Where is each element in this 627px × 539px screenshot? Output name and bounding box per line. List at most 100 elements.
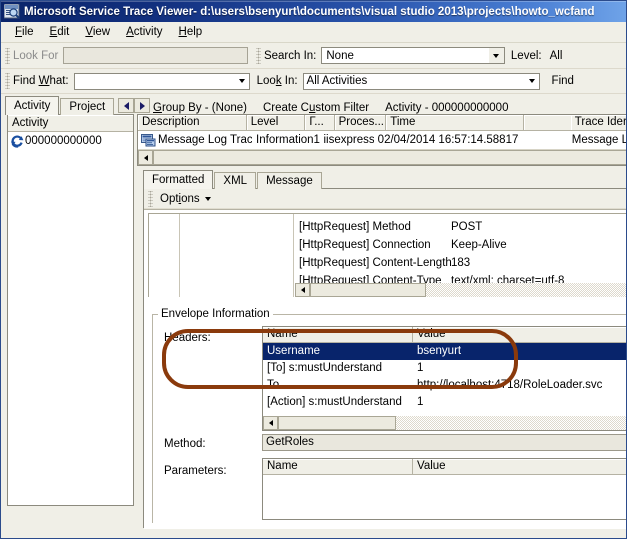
chevron-down-icon[interactable] [489, 48, 504, 63]
column-description[interactable]: Description [138, 115, 247, 131]
left-tab-strip: Activity Project [1, 95, 141, 114]
toolbar-grip-2[interactable] [256, 48, 261, 64]
http-name: [HttpRequest] Method [299, 218, 451, 236]
header-name: [Action] s:mustUnderstand [263, 394, 413, 411]
http-table[interactable]: [HttpRequest] Method POST [HttpRequest] … [148, 213, 626, 297]
menu-view[interactable]: View [77, 24, 118, 40]
hscroll-thumb[interactable] [278, 416, 396, 430]
hscroll-track[interactable] [396, 416, 626, 430]
detail-tab-strip: Formatted XML Message [137, 169, 626, 188]
tab-scroll-buttons[interactable] [118, 98, 150, 113]
find-button[interactable]: Find [552, 75, 574, 87]
cell-description: Message Log Trace [138, 132, 252, 149]
http-table-hscrollbar[interactable] [295, 283, 626, 297]
toolbar-grip-3[interactable] [5, 73, 10, 89]
menu-activity[interactable]: Activity [118, 24, 170, 40]
headers-table-header: Name Value [263, 327, 626, 343]
tab-formatted[interactable]: Formatted [143, 170, 213, 189]
group-by-button[interactable]: Group By - (None) [153, 102, 247, 114]
options-label: Options [160, 193, 200, 205]
chevron-left-icon[interactable] [118, 98, 134, 113]
cell-description-text: Message Log Trace [158, 132, 252, 149]
menu-help[interactable]: Help [171, 24, 211, 40]
header-value: bsenyurt [413, 343, 626, 360]
column-process[interactable]: Proces... [335, 115, 387, 131]
activity-column-header[interactable]: Activity [8, 115, 133, 132]
level-label: Level: [511, 50, 542, 62]
trace-grid-hscrollbar[interactable] [138, 149, 626, 165]
activity-id-label: Activity - 000000000000 [385, 102, 508, 114]
table-row[interactable]: [Action] s:mustUnderstand 1 [263, 394, 626, 411]
column-time[interactable]: Time [386, 115, 524, 131]
parameters-table[interactable]: Name Value [262, 458, 626, 520]
http-name: [HttpRequest] Connection [299, 236, 451, 254]
hscroll-thumb[interactable] [310, 283, 426, 297]
tab-message[interactable]: Message [257, 172, 322, 189]
trace-viewer-icon [4, 4, 20, 19]
look-in-value: All Activities [304, 75, 525, 87]
http-value: POST [451, 218, 482, 236]
menu-edit[interactable]: Edit [42, 24, 78, 40]
table-row: [HttpRequest] Method POST [299, 218, 626, 236]
cell-process: iisexpress [320, 132, 374, 149]
scroll-left-icon[interactable] [138, 150, 153, 165]
table-row[interactable]: Message Log Trace Information 1 iisexpre… [138, 131, 626, 149]
hscroll-track[interactable] [426, 283, 626, 297]
table-row[interactable]: Username bsenyurt [263, 343, 626, 360]
envelope-headers-table[interactable]: Name Value Username bsenyurt [To] s:must… [262, 326, 626, 431]
search-in-value: None [322, 50, 489, 62]
options-button[interactable]: Options [156, 193, 215, 205]
headers-table-hscrollbar[interactable] [263, 416, 626, 430]
detail-pane: Description Level Г... Proces... Time Tr… [137, 114, 626, 539]
activity-listbox[interactable]: Activity 000000000000 [7, 114, 134, 506]
column-value[interactable]: Value [413, 327, 626, 343]
level-value[interactable]: All [547, 47, 626, 64]
chevron-down-icon[interactable] [525, 79, 539, 83]
header-value: 1 [413, 394, 626, 411]
cell-trace-identifier: Message L [568, 132, 626, 149]
method-value[interactable]: GetRoles [262, 434, 626, 451]
hscroll-thumb[interactable] [153, 150, 626, 165]
tab-project[interactable]: Project [60, 98, 114, 115]
headers-label: Headers: [164, 332, 211, 344]
column-name[interactable]: Name [263, 327, 413, 343]
table-row[interactable]: [To] s:mustUnderstand 1 [263, 360, 626, 377]
trace-viewer-window: Microsoft Service Trace Viewer- d:\users… [0, 0, 627, 539]
scroll-left-icon[interactable] [295, 283, 310, 297]
look-in-label: Look In: [257, 75, 298, 87]
column-thread[interactable]: Г... [305, 115, 334, 131]
trace-grid-header: Description Level Г... Proces... Time Tr… [138, 115, 626, 131]
chevron-down-icon[interactable] [205, 197, 211, 201]
chevron-down-icon[interactable] [235, 79, 249, 83]
grid-toolbar: Group By - (None) Create Custom Filter A… [141, 102, 626, 114]
toolbar-grip[interactable] [5, 48, 10, 64]
envelope-information-group: Envelope Information Headers: Name Value… [152, 308, 626, 523]
parameters-label: Parameters: [164, 465, 227, 477]
tab-activity[interactable]: Activity [5, 96, 59, 115]
window-title: Microsoft Service Trace Viewer- d:\users… [24, 6, 595, 18]
column-name[interactable]: Name [263, 459, 413, 475]
column-trace-identifier[interactable]: Trace Ider [571, 115, 626, 131]
search-toolbar: Look For Search In: None Level: All [1, 43, 626, 69]
header-name: [To] s:mustUnderstand [263, 360, 413, 377]
activity-refresh-icon [10, 134, 24, 148]
trace-grid[interactable]: Description Level Г... Proces... Time Tr… [137, 114, 626, 166]
scroll-left-icon[interactable] [263, 416, 278, 430]
formatted-content: [HttpRequest] Method POST [HttpRequest] … [144, 209, 626, 529]
look-in-combo[interactable]: All Activities [303, 73, 540, 90]
look-for-input[interactable] [63, 47, 248, 64]
list-item[interactable]: 000000000000 [8, 132, 133, 149]
find-what-combo[interactable] [74, 73, 250, 90]
table-row[interactable]: To http://localhost:4718/RoleLoader.svc [263, 377, 626, 394]
tab-xml[interactable]: XML [214, 172, 256, 189]
options-grip[interactable] [148, 191, 153, 207]
menu-file[interactable]: File [7, 24, 42, 40]
options-toolbar: Options [144, 189, 626, 209]
find-toolbar: Find What: Look In: All Activities Find [1, 69, 626, 94]
search-in-combo[interactable]: None [321, 47, 505, 64]
column-level[interactable]: Level [247, 115, 306, 131]
table-row: [HttpRequest] Connection Keep-Alive [299, 236, 626, 254]
create-custom-filter-button[interactable]: Create Custom Filter [263, 102, 369, 114]
column-value[interactable]: Value [413, 459, 626, 475]
chevron-right-icon[interactable] [134, 98, 150, 113]
